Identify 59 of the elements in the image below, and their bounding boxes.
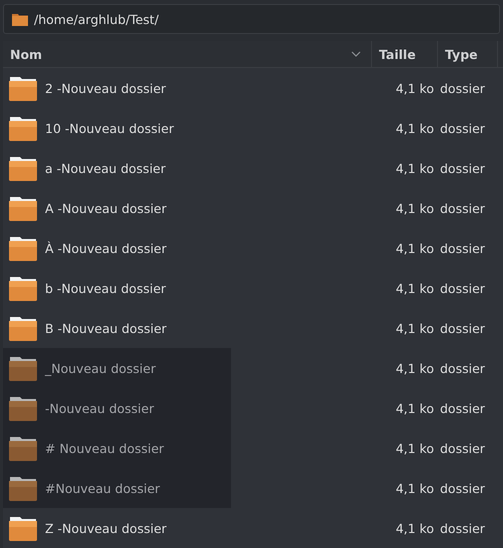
folder-icon <box>12 12 28 26</box>
file-name[interactable]: -Nouveau dossier <box>45 400 154 416</box>
folder-icon <box>9 235 37 261</box>
file-size: 4,1 ko <box>396 160 434 176</box>
file-type: dossier <box>440 80 485 96</box>
file-name[interactable]: # Nouveau dossier <box>45 440 164 456</box>
file-size: 4,1 ko <box>396 120 434 136</box>
file-name[interactable]: B -Nouveau dossier <box>45 320 167 336</box>
dimmed-name-cell[interactable]: #Nouveau dossier <box>3 468 231 508</box>
file-size: 4,1 ko <box>396 280 434 296</box>
file-type: dossier <box>440 280 485 296</box>
folder-icon <box>9 515 37 541</box>
file-size: 4,1 ko <box>396 80 434 96</box>
column-header[interactable]: Taille <box>372 41 438 67</box>
folder-icon <box>9 395 37 421</box>
file-type: dossier <box>440 520 485 536</box>
file-name[interactable]: 10 -Nouveau dossier <box>45 120 174 136</box>
file-name[interactable]: #Nouveau dossier <box>45 480 160 496</box>
file-type: dossier <box>440 440 485 456</box>
folder-icon <box>9 475 37 501</box>
file-name[interactable]: À -Nouveau dossier <box>45 240 167 256</box>
file-size: 4,1 ko <box>396 520 434 536</box>
column-header[interactable]: Type <box>438 41 498 67</box>
file-size: 4,1 ko <box>396 480 434 496</box>
file-name[interactable]: b -Nouveau dossier <box>45 280 166 296</box>
file-size: 4,1 ko <box>396 360 434 376</box>
path-text: /home/arghlub/Test/ <box>34 12 159 26</box>
path-bar[interactable]: /home/arghlub/Test/ <box>3 4 500 34</box>
file-name[interactable]: a -Nouveau dossier <box>45 160 166 176</box>
file-name[interactable]: A -Nouveau dossier <box>45 200 167 216</box>
file-type: dossier <box>440 120 485 136</box>
file-name[interactable]: 2 -Nouveau dossier <box>45 80 166 96</box>
folder-icon <box>9 355 37 381</box>
file-type: dossier <box>440 320 485 336</box>
dimmed-name-cell[interactable]: _Nouveau dossier <box>3 348 231 388</box>
file-type: dossier <box>440 480 485 496</box>
folder-icon <box>9 115 37 141</box>
file-size: 4,1 ko <box>396 400 434 416</box>
file-type: dossier <box>440 160 485 176</box>
folder-icon <box>9 275 37 301</box>
folder-icon <box>9 155 37 181</box>
file-name[interactable]: _Nouveau dossier <box>45 360 156 376</box>
folder-icon <box>9 315 37 341</box>
file-type: dossier <box>440 360 485 376</box>
folder-icon <box>9 75 37 101</box>
file-size: 4,1 ko <box>396 240 434 256</box>
dimmed-name-cell[interactable]: # Nouveau dossier <box>3 428 231 468</box>
folder-icon <box>9 195 37 221</box>
file-type: dossier <box>440 400 485 416</box>
file-type: dossier <box>440 240 485 256</box>
file-name[interactable]: Z -Nouveau dossier <box>45 520 167 536</box>
file-size: 4,1 ko <box>396 320 434 336</box>
dimmed-name-cell[interactable]: -Nouveau dossier <box>3 388 231 428</box>
file-size: 4,1 ko <box>396 200 434 216</box>
caret-icon <box>351 51 361 57</box>
file-type: dossier <box>440 200 485 216</box>
column-header[interactable]: Nom <box>3 41 372 67</box>
folder-icon <box>9 435 37 461</box>
file-size: 4,1 ko <box>396 440 434 456</box>
